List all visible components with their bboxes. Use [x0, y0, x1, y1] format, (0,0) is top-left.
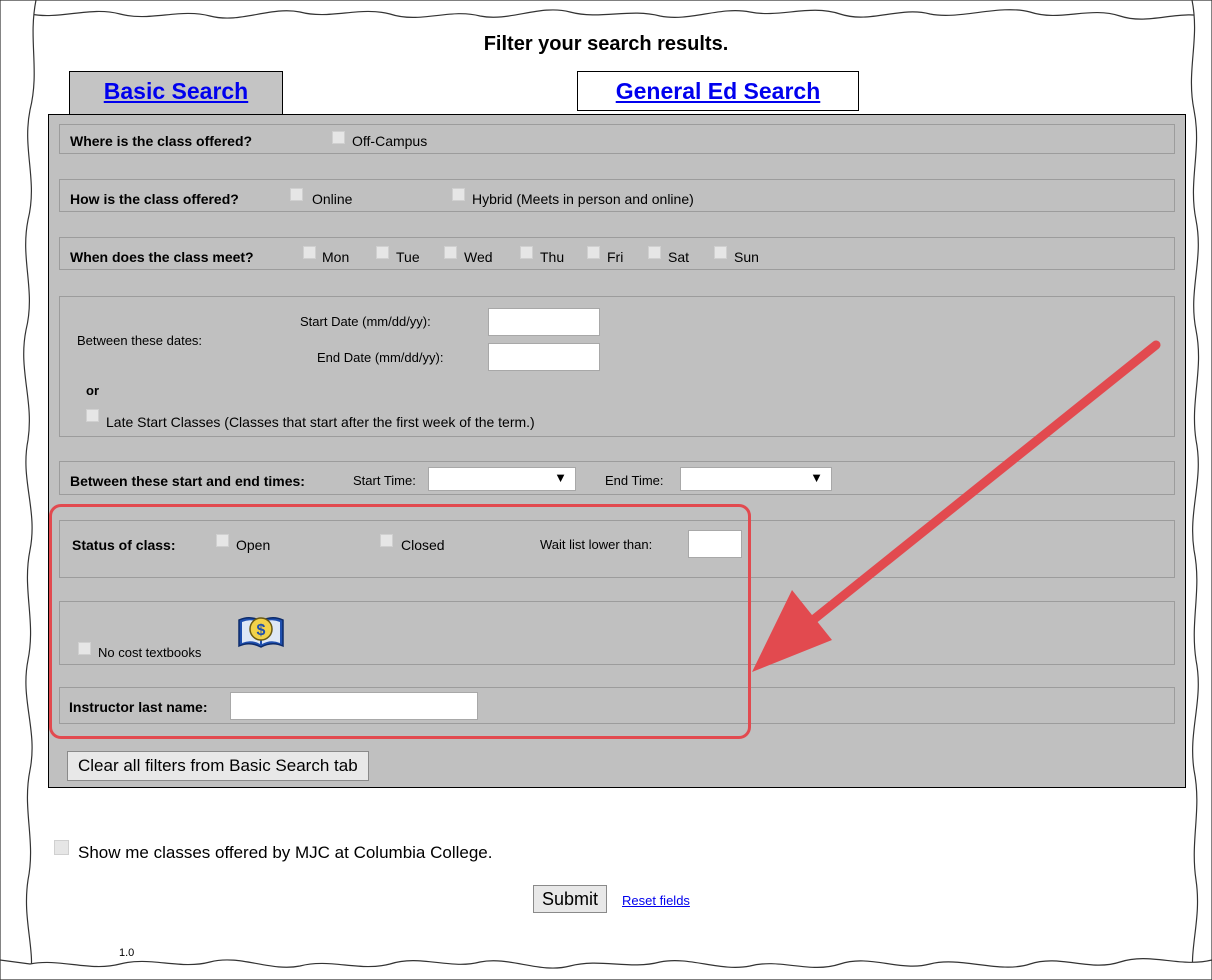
- days-label: When does the class meet?: [70, 249, 254, 265]
- end-date-label: End Date (mm/dd/yy):: [317, 350, 444, 365]
- version-label: 1.0: [119, 947, 135, 959]
- start-date-label: Start Date (mm/dd/yy):: [300, 314, 431, 329]
- hybrid-checkbox[interactable]: [452, 188, 465, 201]
- clear-filters-button[interactable]: Clear all filters from Basic Search tab: [67, 751, 369, 781]
- start-date-input[interactable]: [488, 308, 600, 336]
- day-label-fri: Fri: [607, 249, 624, 265]
- online-label: Online: [312, 191, 353, 207]
- tab-basic-search[interactable]: Basic Search: [69, 71, 283, 116]
- end-date-input[interactable]: [488, 343, 600, 371]
- day-checkbox-thu[interactable]: [520, 246, 533, 259]
- hybrid-label: Hybrid (Meets in person and online): [472, 191, 694, 207]
- day-checkbox-sat[interactable]: [648, 246, 661, 259]
- submit-button[interactable]: Submit: [533, 885, 608, 913]
- times-label: Between these start and end times:: [70, 473, 305, 489]
- day-label-sun: Sun: [734, 249, 759, 265]
- dropdown-arrow-icon: ▼: [554, 470, 567, 485]
- dates-or-label: or: [86, 383, 99, 398]
- day-checkbox-mon[interactable]: [303, 246, 316, 259]
- tab-general-ed-search-link[interactable]: General Ed Search: [616, 78, 821, 104]
- off-campus-label: Off-Campus: [352, 133, 428, 149]
- day-label-thu: Thu: [540, 249, 565, 265]
- late-start-checkbox[interactable]: [86, 409, 99, 422]
- start-time-select[interactable]: ▼: [428, 467, 576, 491]
- mode-row: How is the class offered? Online Hybrid …: [59, 179, 1175, 212]
- day-checkbox-tue[interactable]: [376, 246, 389, 259]
- days-row: When does the class meet? Mon Tue Wed Th…: [59, 237, 1175, 270]
- columbia-label: Show me classes offered by MJC at Columb…: [78, 843, 493, 862]
- dates-row: Between these dates: Start Date (mm/dd/y…: [59, 296, 1175, 437]
- day-checkbox-fri[interactable]: [587, 246, 600, 259]
- tab-basic-search-link[interactable]: Basic Search: [104, 78, 248, 104]
- start-time-label: Start Time:: [353, 473, 416, 488]
- mode-label: How is the class offered?: [70, 191, 239, 207]
- reset-fields-link[interactable]: Reset fields: [622, 893, 690, 908]
- location-row: Where is the class offered? Off-Campus: [59, 124, 1175, 154]
- late-start-label: Late Start Classes (Classes that start a…: [106, 414, 535, 430]
- torn-edge-left: [0, 0, 37, 980]
- end-time-label: End Time:: [605, 473, 664, 488]
- location-label: Where is the class offered?: [70, 133, 253, 149]
- day-label-wed: Wed: [464, 249, 493, 265]
- day-label-mon: Mon: [322, 249, 350, 265]
- tab-general-ed-search[interactable]: General Ed Search: [577, 71, 859, 111]
- page-title: Filter your search results.: [483, 33, 729, 55]
- off-campus-checkbox[interactable]: [332, 131, 345, 144]
- end-time-select[interactable]: ▼: [680, 467, 832, 491]
- day-checkbox-sun[interactable]: [714, 246, 727, 259]
- day-label-sat: Sat: [668, 249, 690, 265]
- times-row: Between these start and end times: Start…: [59, 461, 1175, 495]
- dropdown-arrow-icon: ▼: [810, 470, 823, 485]
- torn-edge-bottom: [0, 958, 1212, 980]
- dates-label: Between these dates:: [77, 333, 203, 348]
- highlight-box: [49, 504, 751, 739]
- online-checkbox[interactable]: [290, 188, 303, 201]
- day-label-tue: Tue: [396, 249, 420, 265]
- day-checkbox-wed[interactable]: [444, 246, 457, 259]
- columbia-checkbox[interactable]: [54, 840, 69, 855]
